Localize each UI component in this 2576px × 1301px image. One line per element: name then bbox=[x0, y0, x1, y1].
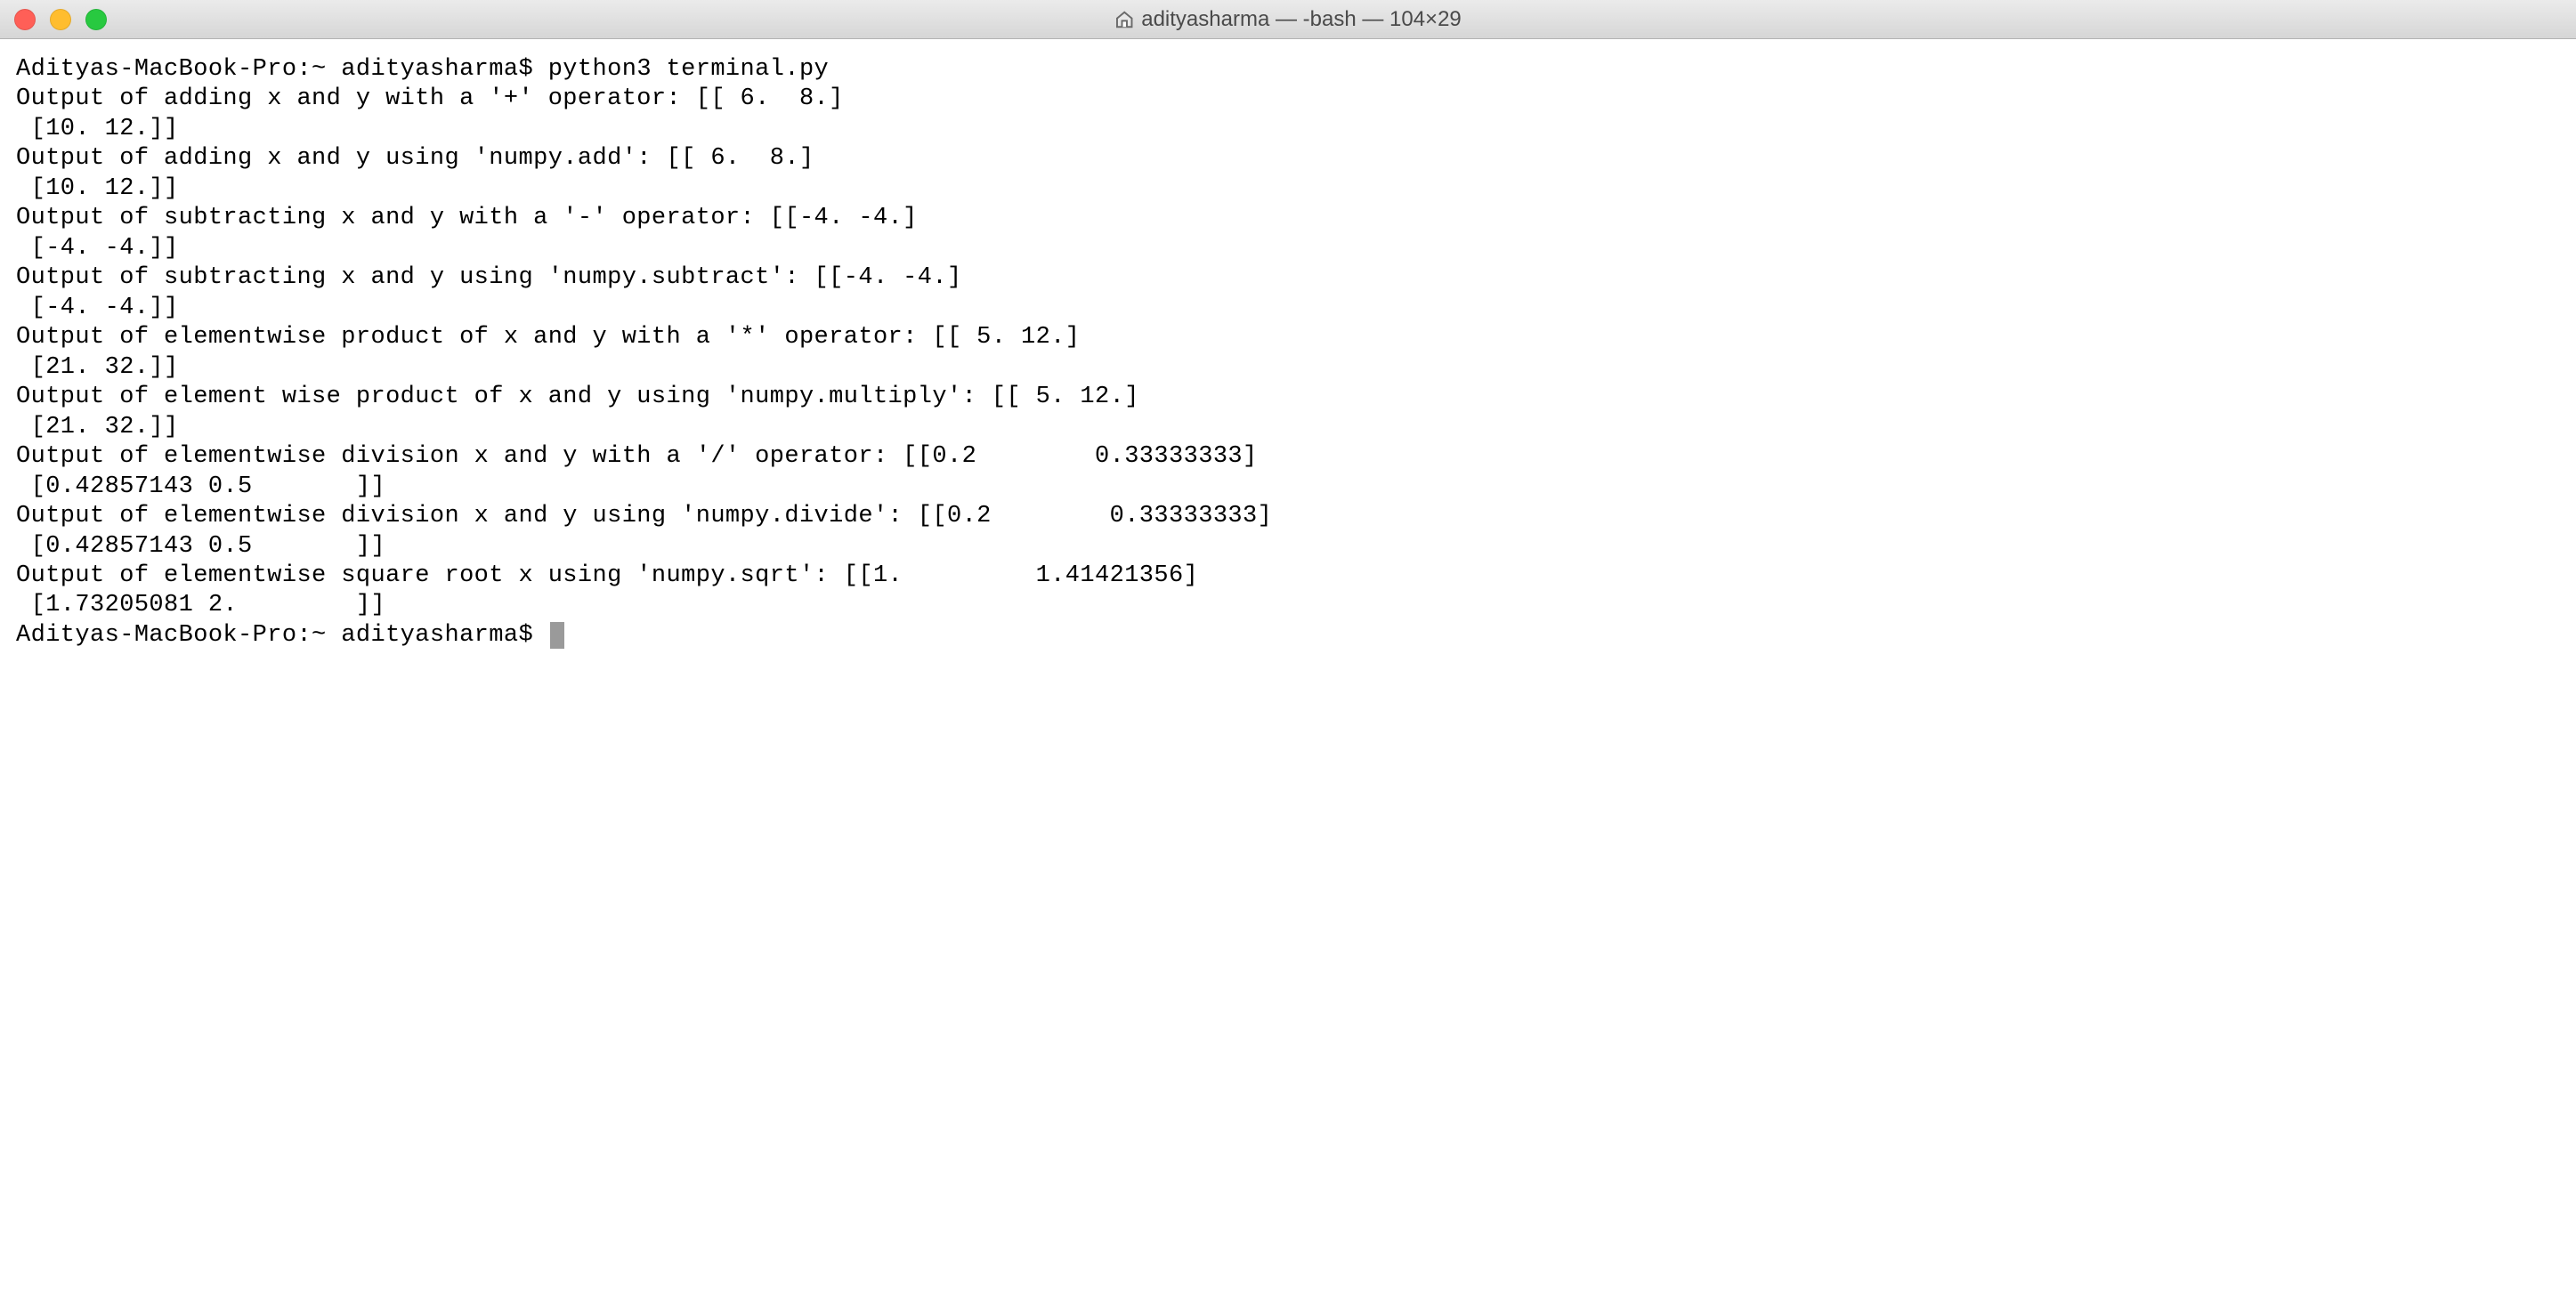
output-line: [1.73205081 2. ]] bbox=[16, 591, 2560, 620]
output-line: Output of subtracting x and y using 'num… bbox=[16, 263, 2560, 293]
cursor bbox=[550, 622, 564, 649]
output-line: Output of elementwise square root x usin… bbox=[16, 562, 2560, 591]
prompt-host: Adityas-MacBook-Pro:~ adityasharma$ bbox=[16, 56, 548, 83]
output-line: [-4. -4.]] bbox=[16, 294, 2560, 323]
output-line: Output of adding x and y using 'numpy.ad… bbox=[16, 144, 2560, 174]
window-title: adityasharma — -bash — 104×29 bbox=[1141, 7, 1462, 32]
output-line: [21. 32.]] bbox=[16, 413, 2560, 442]
output-line: [-4. -4.]] bbox=[16, 234, 2560, 263]
output-line: [10. 12.]] bbox=[16, 174, 2560, 204]
prompt-host: Adityas-MacBook-Pro:~ adityasharma$ bbox=[16, 622, 548, 649]
traffic-lights bbox=[14, 9, 107, 30]
terminal-content[interactable]: Adityas-MacBook-Pro:~ adityasharma$ pyth… bbox=[0, 39, 2576, 1301]
output-line: Output of adding x and y with a '+' oper… bbox=[16, 85, 2560, 114]
minimize-button[interactable] bbox=[50, 9, 71, 30]
command-input: python3 terminal.py bbox=[548, 56, 829, 83]
output-line: [21. 32.]] bbox=[16, 353, 2560, 383]
output-line: [0.42857143 0.5 ]] bbox=[16, 532, 2560, 562]
output-line: [10. 12.]] bbox=[16, 115, 2560, 144]
titlebar[interactable]: adityasharma — -bash — 104×29 bbox=[0, 0, 2576, 39]
output-line: Output of elementwise product of x and y… bbox=[16, 323, 2560, 352]
output-line: Output of element wise product of x and … bbox=[16, 383, 2560, 412]
output-line: Output of elementwise division x and y w… bbox=[16, 442, 2560, 472]
output-line: [0.42857143 0.5 ]] bbox=[16, 473, 2560, 502]
title-container: adityasharma — -bash — 104×29 bbox=[1114, 7, 1462, 32]
terminal-window: adityasharma — -bash — 104×29 Adityas-Ma… bbox=[0, 0, 2576, 1301]
maximize-button[interactable] bbox=[85, 9, 107, 30]
output-line: Output of subtracting x and y with a '-'… bbox=[16, 204, 2560, 233]
home-icon bbox=[1114, 10, 1134, 29]
close-button[interactable] bbox=[14, 9, 36, 30]
output-line: Output of elementwise division x and y u… bbox=[16, 502, 2560, 531]
